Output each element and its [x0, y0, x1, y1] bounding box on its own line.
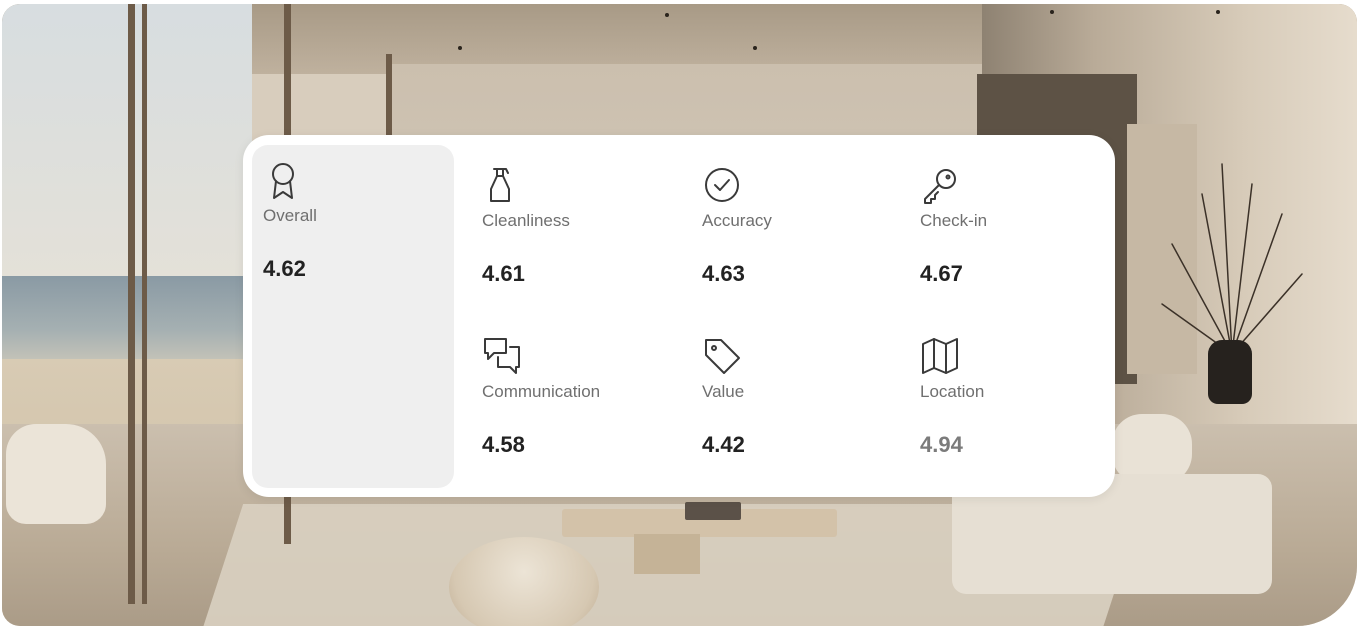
- ceiling-light: [753, 46, 757, 50]
- ceiling-light: [458, 46, 462, 50]
- check-in-label: Check-in: [920, 211, 988, 230]
- plant: [1161, 163, 1303, 354]
- location-value: 4.94: [920, 432, 963, 457]
- accuracy-value: 4.63: [702, 261, 745, 286]
- vase: [1208, 340, 1252, 404]
- coffee-table-base: [634, 534, 700, 574]
- overall-rating-panel: Overall 4.62: [252, 145, 454, 488]
- sky: [2, 4, 252, 284]
- key-icon: [924, 169, 956, 204]
- value-value: 4.42: [702, 432, 745, 457]
- armchair: [6, 424, 106, 524]
- overall-label: Overall: [263, 206, 317, 225]
- cleanliness-value: 4.61: [482, 261, 525, 286]
- communication-label: Communication: [482, 382, 601, 401]
- ceiling-light: [665, 13, 669, 17]
- cleanliness-label: Cleanliness: [482, 211, 570, 230]
- accuracy-label: Accuracy: [702, 211, 772, 230]
- map-icon: [922, 338, 958, 374]
- window-frame: [128, 4, 135, 604]
- books: [685, 502, 741, 520]
- overall-value: 4.62: [263, 256, 306, 281]
- price-tag-icon: [705, 339, 740, 374]
- ceiling-light: [1216, 10, 1220, 14]
- pouf: [449, 537, 599, 626]
- window-frame: [142, 4, 147, 604]
- communication-value: 4.58: [482, 432, 525, 457]
- award-ribbon-icon: [272, 163, 294, 199]
- ceiling-light: [1050, 10, 1054, 14]
- sea: [2, 276, 252, 366]
- ratings-card: Overall 4.62 Cleanliness 4.61 Accuracy 4…: [243, 135, 1115, 497]
- check-circle-icon: [705, 168, 739, 202]
- check-in-value: 4.67: [920, 261, 963, 286]
- spray-bottle-icon: [490, 168, 510, 202]
- location-label: Location: [920, 382, 985, 401]
- chat-bubbles-icon: [484, 338, 520, 374]
- value-label: Value: [702, 382, 745, 401]
